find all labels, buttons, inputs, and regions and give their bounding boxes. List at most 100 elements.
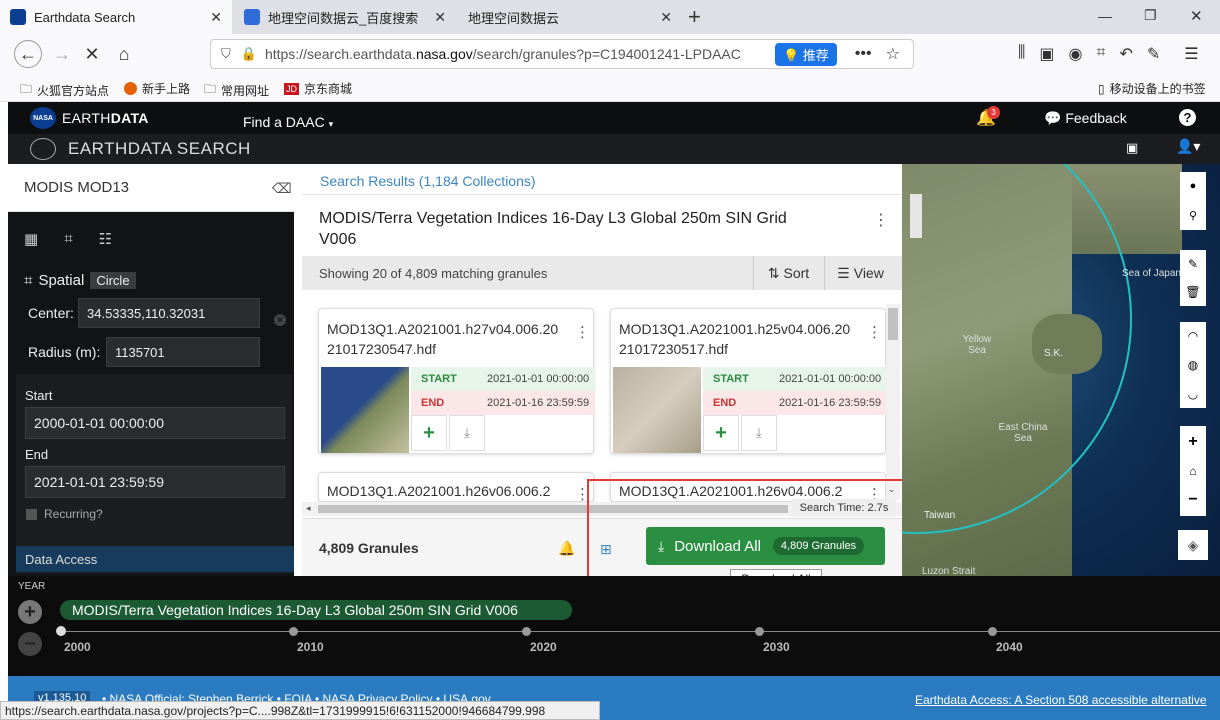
granule-card[interactable]: MOD13Q1.A2021001.h26v06.006.2 ⋮ bbox=[318, 472, 594, 502]
sliders-icon[interactable]: ☷ bbox=[99, 230, 112, 248]
granule-more-icon[interactable]: ⋮ bbox=[867, 323, 882, 341]
map-view[interactable]: Sea of Japan Yellow Sea S.K. East China … bbox=[902, 164, 1220, 576]
zoom-out-icon[interactable]: − bbox=[1188, 491, 1197, 509]
end-row: END 2021-01-16 23:59:59 bbox=[703, 391, 887, 415]
bookmark-item[interactable]: 🗀 火狐官方站点 bbox=[20, 80, 109, 101]
zoom-in-icon[interactable]: + bbox=[1188, 433, 1197, 451]
panel-resize-handle[interactable] bbox=[910, 194, 922, 238]
add-granule-icon[interactable]: + bbox=[411, 415, 447, 451]
scroll-thumb[interactable] bbox=[888, 308, 898, 340]
radius-input[interactable]: 1135701 bbox=[106, 337, 260, 367]
trash-icon[interactable]: 🗑 bbox=[1185, 285, 1200, 299]
download-granule-icon[interactable]: ⤓ bbox=[741, 415, 777, 451]
layers-icon[interactable]: ◈ bbox=[1178, 530, 1208, 560]
timeline-zoom-label: YEAR bbox=[18, 581, 46, 592]
granule-more-icon[interactable]: ⋮ bbox=[575, 323, 590, 341]
recommend-button[interactable]: 💡 推荐 bbox=[774, 42, 837, 66]
home-icon[interactable]: ⌂ bbox=[110, 40, 138, 68]
view-button[interactable]: ☰ View bbox=[824, 256, 896, 290]
granule-thumbnail bbox=[613, 367, 701, 453]
end-date-input[interactable]: 2021-01-01 23:59:59 bbox=[25, 466, 285, 498]
bookmark-item[interactable]: 新手上路 bbox=[124, 80, 190, 97]
sidebar-icon[interactable]: ▣ bbox=[1039, 44, 1054, 64]
user-icon[interactable]: 👤▾ bbox=[1176, 138, 1200, 155]
url-bar[interactable]: ⛉ 🔒 https://search.earthdata.nasa.gov/se… bbox=[210, 39, 914, 69]
timeline-start-handle[interactable] bbox=[56, 626, 66, 636]
accessibility-link[interactable]: Earthdata Access: A Section 508 accessib… bbox=[915, 693, 1207, 707]
download-granule-icon[interactable]: ⤓ bbox=[449, 415, 485, 451]
north-pole-icon[interactable]: ◠ bbox=[1188, 329, 1198, 343]
minimize-icon[interactable]: — bbox=[1098, 8, 1112, 24]
data-access-section[interactable]: Data Access bbox=[16, 546, 294, 572]
library-icon[interactable]: ⫼ bbox=[1018, 44, 1025, 64]
breadcrumb[interactable]: Search Results (1,184 Collections) bbox=[320, 173, 536, 189]
tab-earthdata-search[interactable]: Earthdata Search ✕ bbox=[0, 0, 232, 34]
start-date-input[interactable]: 2000-01-01 00:00:00 bbox=[25, 407, 285, 439]
new-tab-icon[interactable]: + bbox=[688, 4, 701, 30]
granule-card[interactable]: MOD13Q1.A2021001.h25v04.006.202101723051… bbox=[610, 308, 887, 454]
menu-icon[interactable]: ☰ bbox=[1184, 44, 1198, 64]
map-projection-tools: ◠ ◍ ◡ bbox=[1180, 322, 1206, 408]
nasa-favicon-icon bbox=[10, 9, 26, 25]
point-tool-icon[interactable]: ⚲ bbox=[1189, 209, 1197, 222]
home-icon[interactable]: ⌂ bbox=[1189, 464, 1196, 478]
timeline-year: 2010 bbox=[297, 640, 324, 654]
add-granule-icon[interactable]: + bbox=[703, 415, 739, 451]
scroll-left-icon[interactable]: ◂ bbox=[306, 503, 311, 514]
bell-icon[interactable]: 🔔 3 bbox=[976, 106, 1000, 128]
vertical-scrollbar[interactable]: ⌄ bbox=[886, 304, 900, 500]
help-icon[interactable]: ? bbox=[1179, 109, 1196, 126]
bookmark-item[interactable]: 🗀 常用网址 bbox=[204, 80, 269, 101]
feedback-link[interactable]: 💬 Feedback bbox=[1044, 110, 1127, 127]
bookmark-item[interactable]: JD 京东商城 bbox=[284, 80, 352, 97]
collection-more-icon[interactable]: ⋮ bbox=[873, 210, 889, 230]
extension-icon[interactable]: ✎ bbox=[1147, 44, 1160, 64]
south-pole-icon[interactable]: ◡ bbox=[1188, 387, 1198, 401]
earthdata-search-brand[interactable]: EARTHDATA SEARCH bbox=[68, 139, 251, 159]
crop-icon[interactable]: ⌗ bbox=[64, 230, 72, 248]
keyword-search-input[interactable]: MODIS MOD13 bbox=[8, 164, 294, 212]
close-icon[interactable]: ✕ bbox=[660, 9, 672, 26]
stop-loading-icon[interactable]: ✕ bbox=[78, 40, 106, 68]
bulb-icon: 💡 bbox=[782, 47, 800, 63]
restore-icon[interactable]: ❐ bbox=[1144, 7, 1157, 24]
forward-icon[interactable]: → bbox=[48, 40, 76, 68]
recurring-checkbox[interactable] bbox=[26, 509, 37, 520]
lock-icon: 🔒 bbox=[240, 46, 257, 61]
tab-baidu-search[interactable]: 地理空间数据云_百度搜索 ✕ bbox=[234, 0, 456, 34]
edit-icon[interactable]: ✎ bbox=[1188, 257, 1198, 271]
map-label: Luzon Strait bbox=[922, 566, 976, 576]
star-icon[interactable]: ☆ bbox=[886, 44, 900, 64]
find-daac-menu[interactable]: Find a DAAC ▾ bbox=[243, 114, 333, 130]
timeline-collection-bar[interactable]: MODIS/Terra Vegetation Indices 16-Day L3… bbox=[60, 600, 572, 620]
more-icon[interactable]: ••• bbox=[855, 45, 872, 63]
crop-icon: ⌗ bbox=[24, 272, 33, 289]
granule-card[interactable]: MOD13Q1.A2021001.h27v04.006.202101723054… bbox=[318, 308, 595, 454]
mobile-bookmarks[interactable]: ▯ 移动设备上的书签 bbox=[1098, 80, 1206, 97]
clear-spatial-icon[interactable]: ✕ bbox=[274, 314, 286, 326]
save-icon[interactable]: ▣ bbox=[1126, 140, 1138, 156]
timeline-zoom-in-icon[interactable]: + bbox=[18, 600, 42, 624]
center-input[interactable]: 34.53335,110.32031 bbox=[78, 298, 260, 328]
circle-tool-icon[interactable]: ● bbox=[1190, 180, 1197, 192]
filter-tools: ▦ ⌗ ☷ bbox=[24, 230, 112, 248]
map-label: East China Sea bbox=[998, 422, 1048, 444]
firefox-icon bbox=[124, 82, 137, 95]
earthdata-brand[interactable]: EARTHDATA bbox=[62, 110, 149, 126]
sort-button[interactable]: ⇅ Sort bbox=[753, 256, 823, 290]
window-close-icon[interactable]: ✕ bbox=[1190, 7, 1203, 25]
tab-gscloud[interactable]: 地理空间数据云 ✕ bbox=[458, 0, 682, 34]
timeline-zoom-out-icon[interactable]: − bbox=[18, 632, 42, 656]
tab-title: Earthdata Search bbox=[34, 9, 136, 25]
globe-icon[interactable]: ◍ bbox=[1188, 358, 1198, 372]
undo-icon[interactable]: ↶ bbox=[1119, 44, 1132, 64]
sort-icon: ⇅ bbox=[767, 264, 780, 281]
bell-icon[interactable]: 🔔 bbox=[558, 540, 575, 557]
calendar-icon[interactable]: ▦ bbox=[24, 230, 38, 248]
close-icon[interactable]: ✕ bbox=[434, 9, 446, 26]
eraser-icon[interactable]: ⌫ bbox=[272, 180, 292, 197]
close-icon[interactable]: ✕ bbox=[210, 9, 222, 26]
crop-icon[interactable]: ⌗ bbox=[1096, 44, 1105, 64]
account-icon[interactable]: ◉ bbox=[1069, 44, 1083, 64]
back-icon[interactable]: ← bbox=[14, 40, 42, 68]
